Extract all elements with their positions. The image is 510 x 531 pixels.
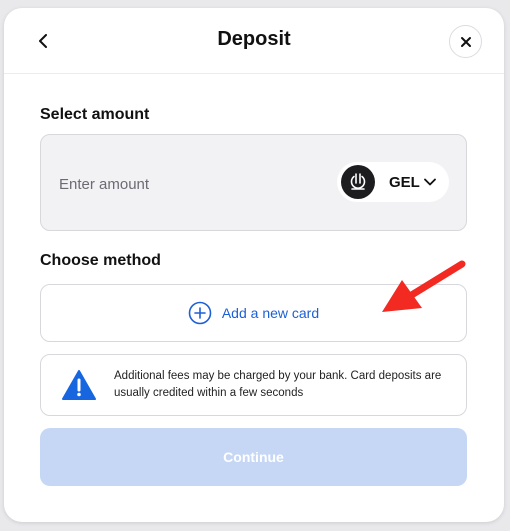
amount-field-container: GEL [40, 134, 467, 231]
chevron-down-icon [423, 178, 436, 186]
plus-circle-icon [188, 301, 212, 325]
page-title: Deposit [217, 28, 291, 50]
modal-header: Deposit [4, 8, 504, 74]
close-icon [460, 36, 471, 47]
select-amount-label: Select amount [40, 106, 150, 123]
currency-selector[interactable]: GEL [337, 162, 449, 202]
warning-triangle-icon [62, 370, 96, 400]
notice-text: Additional fees may be charged by your b… [114, 370, 442, 399]
add-card-label: Add a new card [221, 305, 320, 321]
continue-button[interactable]: Continue [40, 428, 467, 486]
amount-input[interactable] [59, 171, 319, 197]
lari-coin-icon [341, 165, 375, 199]
red-arrow-icon [382, 260, 466, 312]
close-button[interactable] [449, 25, 482, 58]
choose-method-label: Choose method [40, 252, 161, 269]
currency-code: GEL [389, 173, 420, 191]
deposit-modal: Deposit Select amount GEL [4, 8, 504, 522]
fees-notice: Additional fees may be charged by your b… [40, 354, 467, 416]
